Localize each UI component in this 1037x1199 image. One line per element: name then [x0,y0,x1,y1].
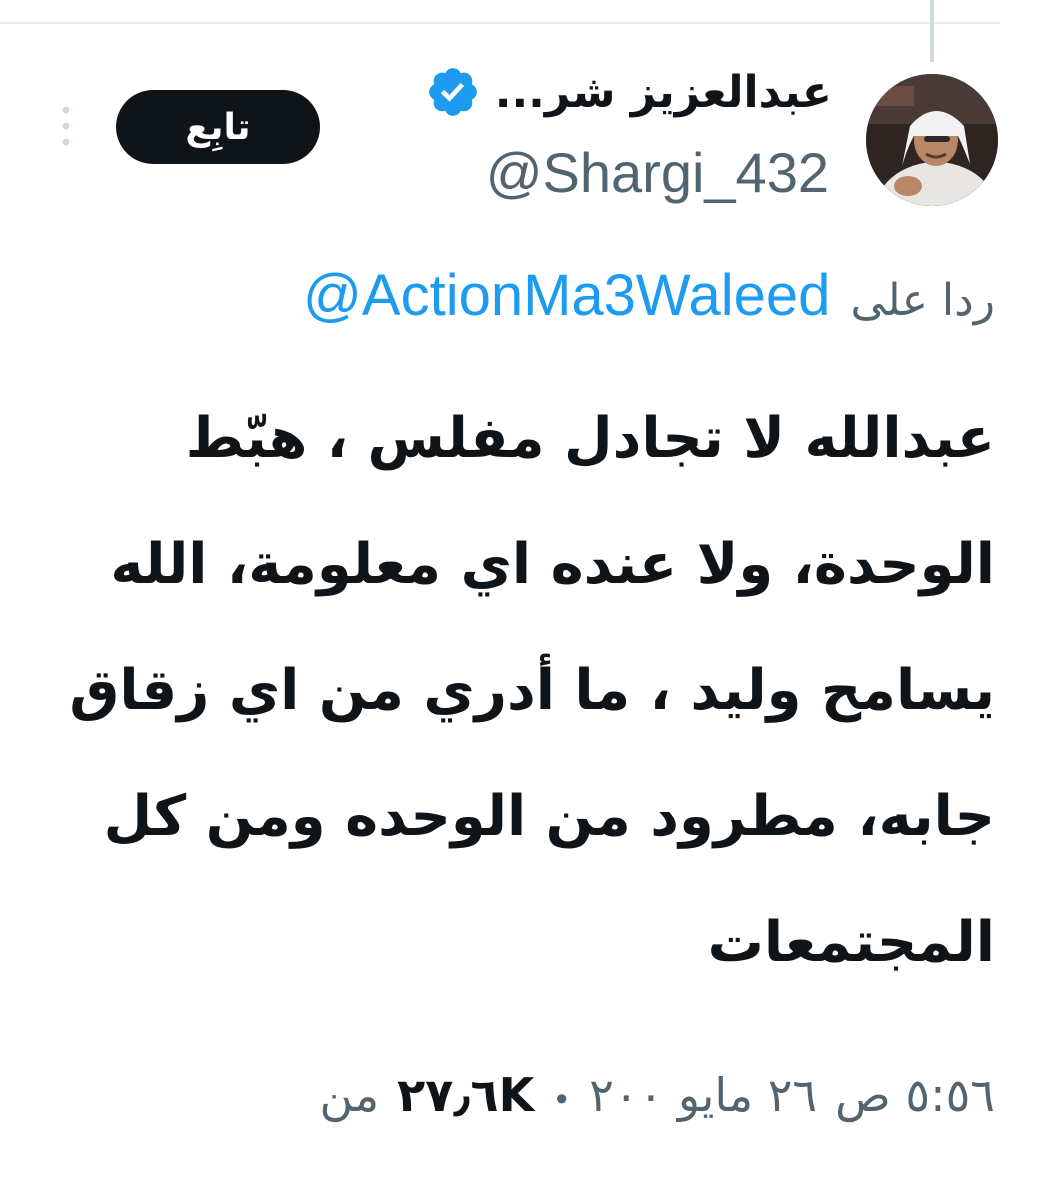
verified-badge-icon [428,68,477,116]
reply-prefix: ردا على [850,275,995,326]
tweet-text: عبدالله لا تجادل مفلس ، هبّط الوحدة، ولا… [55,376,995,1006]
views-suffix: من [319,1068,380,1122]
author-handle[interactable]: @Shargi_432 [486,140,829,205]
tweet-text-line: المجتمعات [707,910,995,975]
meta-separator: • [552,1081,572,1119]
author-display-name[interactable]: عبدالعزيز شر... [495,67,832,118]
tweet-time[interactable]: ٥:٥٦ ص [835,1068,995,1122]
thread-connector-line [930,0,934,62]
tweet-text-line: يسامح وليد ، ما أدري من اي زقاق [69,658,995,723]
reply-mention-link[interactable]: @ActionMa3Waleed [303,262,830,329]
author-name-row: عبدالعزيز شر... [425,64,832,120]
follow-button[interactable]: تابِع [116,90,320,164]
reply-context: ردا على @ActionMa3Waleed [303,262,995,329]
tweet-date[interactable]: ٢٦ مايو ٢٠٠ [589,1068,817,1122]
tweet-text-line: الوحدة، ولا عنده اي معلومة، الله [110,532,995,597]
top-divider [0,22,1000,24]
user-photo-icon [866,74,998,206]
more-vertical-icon[interactable] [58,104,74,148]
avatar[interactable] [866,74,998,206]
views-count[interactable]: ٢٧٫٦K [397,1068,534,1122]
tweet-meta: ٥:٥٦ ص ٢٦ مايو ٢٠٠ • ٢٧٫٦K من [320,1068,995,1122]
tweet-text-line: عبدالله لا تجادل مفلس ، هبّط [185,406,995,471]
tweet-text-line: جابه، مطرود من الوحده ومن كل [103,784,995,849]
